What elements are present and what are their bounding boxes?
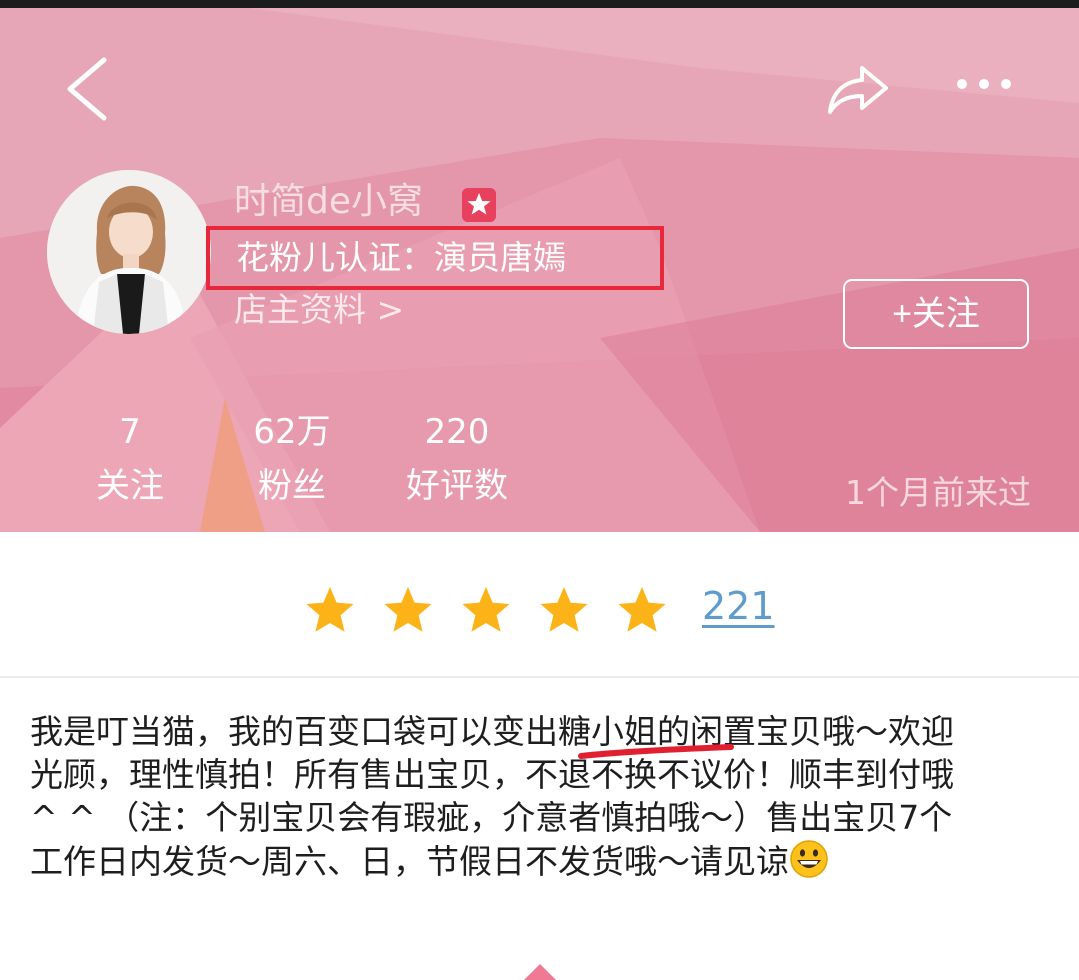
more-icon[interactable]: [954, 74, 1014, 94]
stat-following-value: 7: [119, 412, 141, 452]
star-icon: [540, 587, 588, 632]
stat-good-reviews-label: 好评数: [406, 466, 508, 506]
star-icon: [384, 587, 432, 632]
section-divider: [0, 676, 1079, 678]
follow-button[interactable]: +关注: [843, 279, 1029, 349]
up-arrow-icon[interactable]: [520, 960, 560, 980]
star-icon: [306, 587, 354, 632]
stat-fans-value: 62万: [253, 412, 331, 452]
avatar-image: [47, 170, 211, 334]
shop-header: 时简de小窝 花粉儿认证：演员唐嫣 店主资料 > +关注 7 关注 62万 粉丝…: [0, 8, 1079, 532]
owner-info-link[interactable]: 店主资料 >: [234, 288, 404, 332]
stat-good-reviews[interactable]: 220 好评数: [392, 410, 522, 510]
stat-following-label: 关注: [96, 466, 164, 506]
grinning-face-icon: [790, 840, 828, 878]
status-bar: [0, 0, 1079, 8]
star-icon: [462, 587, 510, 632]
stat-fans-label: 粉丝: [258, 466, 326, 506]
shop-avatar[interactable]: [47, 170, 211, 334]
shop-name: 时简de小窝: [234, 181, 424, 220]
hand-drawn-underline: [578, 744, 734, 759]
last-visit-text: 1个月前来过: [845, 473, 1031, 512]
stat-following[interactable]: 7 关注: [80, 410, 180, 510]
share-icon[interactable]: [826, 64, 890, 116]
back-icon[interactable]: [62, 56, 114, 122]
rating-count-link[interactable]: 221: [702, 584, 775, 628]
stat-good-reviews-value: 220: [424, 412, 490, 452]
shop-description: 我是叮当猫，我的百变口袋可以变出糖小姐的闲置宝贝哦～欢迎光顾，理性慎拍！所有售出…: [30, 710, 970, 883]
stat-fans[interactable]: 62万 粉丝: [232, 410, 352, 510]
verified-star-icon: [462, 188, 496, 222]
star-icon: [618, 587, 666, 632]
rating-row: 221: [0, 532, 1079, 676]
certification-text: 花粉儿认证：演员唐嫣: [236, 238, 566, 277]
